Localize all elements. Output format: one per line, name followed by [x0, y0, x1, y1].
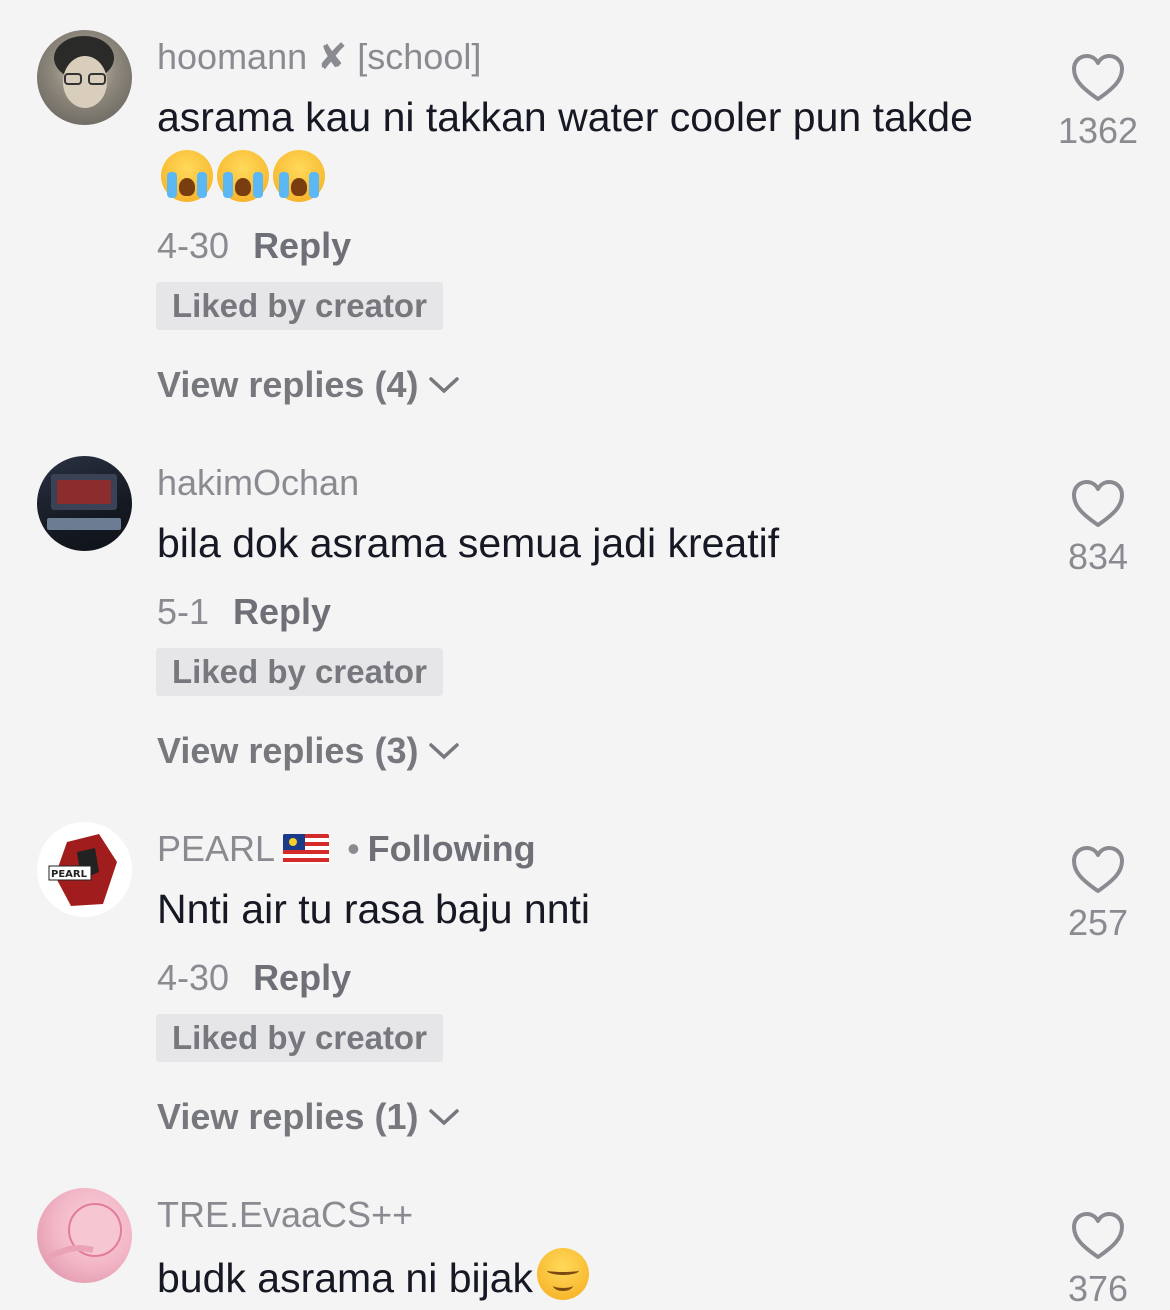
- svg-text:PEARL: PEARL: [51, 869, 88, 880]
- avatar[interactable]: PEARL: [37, 822, 132, 917]
- comment-username: PEARL • Following: [157, 828, 536, 870]
- like-count: 834: [1067, 536, 1129, 577]
- heart-icon[interactable]: [1070, 478, 1126, 530]
- comment-username[interactable]: TRE.EvaaCS++: [157, 1194, 413, 1236]
- comment-date: 5-1: [157, 591, 210, 632]
- separator-dot: •: [347, 828, 360, 869]
- avatar[interactable]: [37, 30, 132, 125]
- like-count: 257: [1067, 902, 1129, 943]
- comment-meta: 4-30 Reply: [157, 225, 351, 267]
- liked-by-creator-badge: Liked by creator: [156, 282, 443, 330]
- comment-meta: 4-30 Reply: [157, 957, 351, 999]
- chevron-down-icon: [429, 743, 460, 760]
- chevron-down-icon: [429, 1109, 460, 1126]
- like-column: 376: [1050, 1210, 1146, 1310]
- heart-icon[interactable]: [1070, 1210, 1126, 1262]
- avatar[interactable]: [37, 1188, 132, 1283]
- loudly-crying-face-icon: [161, 150, 213, 202]
- like-count: 376: [1067, 1268, 1129, 1309]
- view-replies-button[interactable]: View replies (4): [157, 364, 460, 406]
- comment-date: 4-30: [157, 957, 230, 998]
- loudly-crying-face-icon: [273, 150, 325, 202]
- like-column: 257: [1050, 844, 1146, 944]
- comment-username[interactable]: hakimOchan: [157, 462, 359, 504]
- like-column: 834: [1050, 478, 1146, 578]
- avatar[interactable]: [37, 456, 132, 551]
- comment-meta: 5-1 Reply: [157, 591, 331, 633]
- reply-button[interactable]: Reply: [253, 225, 351, 266]
- comment-date: 4-30: [157, 225, 230, 266]
- relieved-face-icon: [537, 1248, 590, 1300]
- reply-button[interactable]: Reply: [253, 957, 351, 998]
- liked-by-creator-badge: Liked by creator: [156, 648, 443, 696]
- liked-by-creator-badge: Liked by creator: [156, 1014, 443, 1062]
- reply-button[interactable]: Reply: [233, 591, 331, 632]
- like-column: 1362: [1050, 52, 1146, 152]
- view-replies-button[interactable]: View replies (1): [157, 1096, 460, 1138]
- malaysia-flag-icon: [283, 834, 330, 864]
- comment-text: bila dok asrama semua jadi kreatif: [157, 520, 780, 566]
- username-link[interactable]: PEARL: [157, 828, 275, 870]
- heart-icon[interactable]: [1070, 844, 1126, 896]
- comment-username[interactable]: hoomann ✘ [school]: [157, 36, 481, 78]
- chevron-down-icon: [429, 377, 460, 394]
- comment-text: asrama kau ni takkan water cooler pun ta…: [157, 86, 977, 212]
- heart-icon[interactable]: [1070, 52, 1126, 104]
- view-replies-button[interactable]: View replies (3): [157, 730, 460, 772]
- like-count: 1362: [1057, 110, 1139, 151]
- comment-text: Nnti air tu rasa baju nnti: [157, 886, 591, 932]
- loudly-crying-face-icon: [217, 150, 269, 202]
- following-label[interactable]: Following: [368, 828, 536, 870]
- comment-text: budk asrama ni bijak: [157, 1247, 977, 1310]
